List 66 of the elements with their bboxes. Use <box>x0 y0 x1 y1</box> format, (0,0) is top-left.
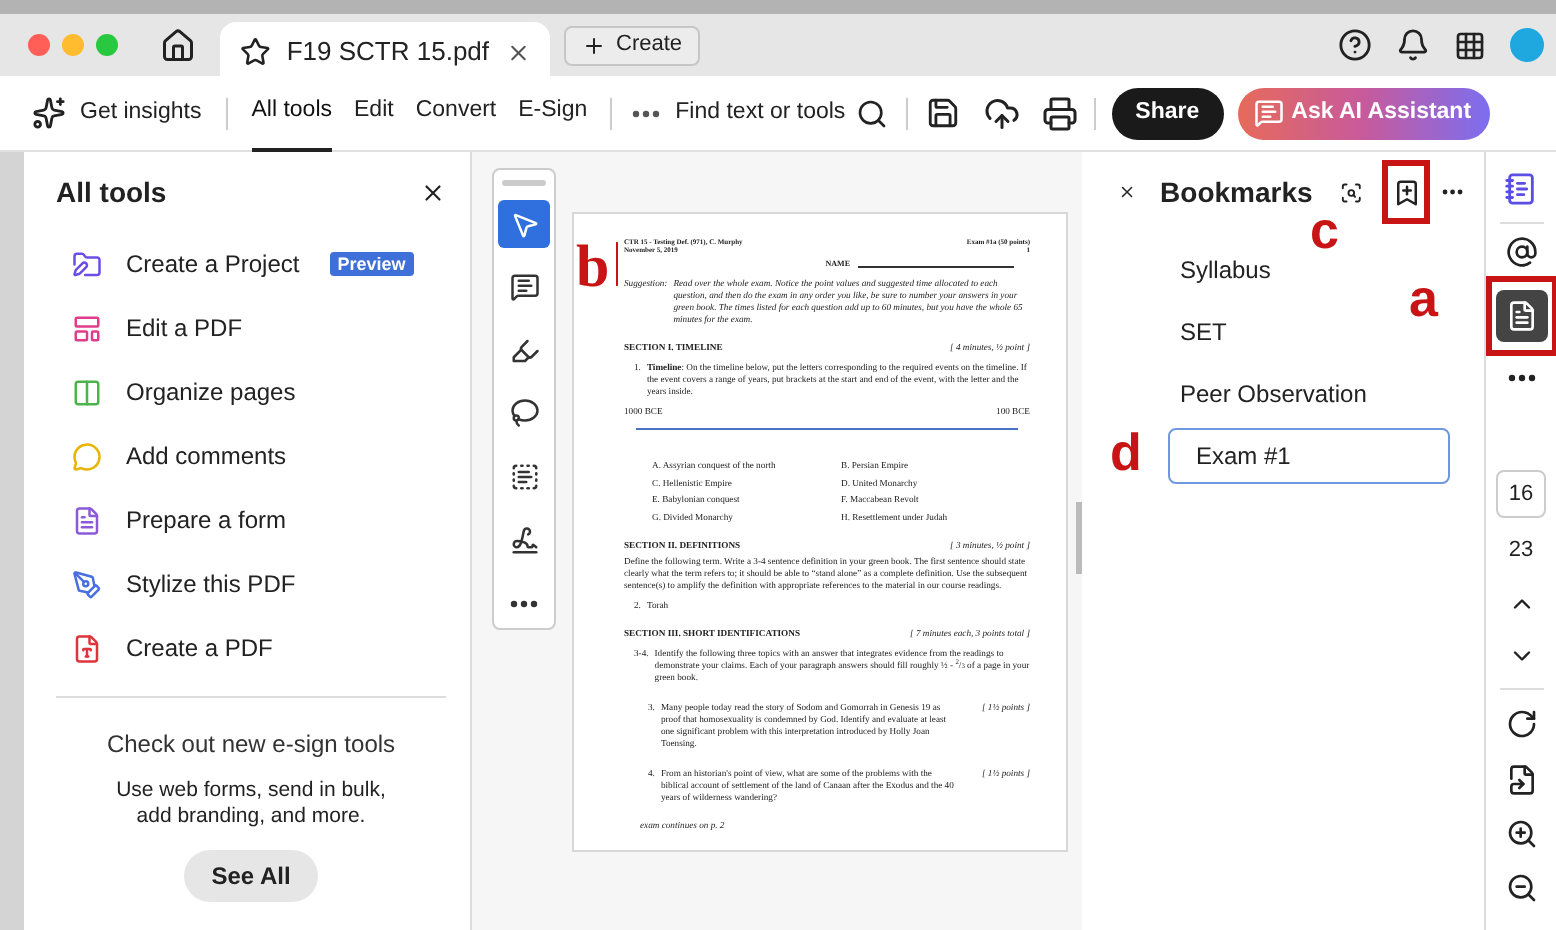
panel-title: All tools <box>56 174 167 212</box>
help-icon[interactable] <box>1338 28 1372 62</box>
find-tools-button[interactable]: Find text or tools <box>675 95 888 131</box>
bookmark-item[interactable]: Syllabus <box>1180 251 1271 287</box>
annotation-letter: c <box>1310 204 1339 256</box>
sparkle-icon <box>32 96 66 130</box>
see-all-button[interactable]: See All <box>183 850 319 902</box>
ai-assistant-button[interactable]: Ask AI Assistant <box>1237 87 1490 139</box>
page-count: 23 <box>1508 536 1534 566</box>
close-icon[interactable] <box>420 180 446 206</box>
tool-item[interactable]: Prepare a form <box>56 488 446 552</box>
tool-item[interactable]: Create a PDF <box>56 616 446 680</box>
tool-item[interactable]: Add comments <box>56 424 446 488</box>
share-button[interactable]: Share <box>1111 87 1224 139</box>
more-icon[interactable] <box>1507 374 1535 382</box>
more-icon[interactable] <box>631 109 660 117</box>
bookmark-item[interactable]: Peer Observation <box>1180 375 1367 411</box>
annotation-letter: d <box>1110 426 1142 478</box>
bookmark-item[interactable]: SET <box>1180 313 1227 349</box>
panel-title: Bookmarks <box>1160 173 1313 211</box>
ai-chat-icon <box>1253 98 1284 128</box>
more-icon[interactable] <box>510 599 538 608</box>
highlight-icon <box>509 335 539 366</box>
save-icon[interactable] <box>925 96 960 130</box>
annotation-letter: b <box>576 238 610 298</box>
tool-icon <box>72 313 102 343</box>
text-icon <box>509 462 539 493</box>
bookmark-plus-icon <box>1391 177 1422 207</box>
promo-title: Check out new e-sign tools <box>106 728 396 762</box>
star-icon[interactable] <box>240 36 271 68</box>
tool-icon <box>72 633 102 663</box>
tool-item[interactable]: Create a Project Preview <box>56 232 446 296</box>
draw-icon <box>509 398 539 429</box>
annotation-line <box>616 242 618 286</box>
annotation-letter: a <box>1409 272 1438 324</box>
search-icon <box>855 97 888 129</box>
create-button[interactable]: Create <box>564 25 701 65</box>
add-bookmark-button[interactable] <box>1381 160 1431 224</box>
tool-icon <box>72 441 102 471</box>
page-number-field[interactable]: 16 <box>1496 470 1546 518</box>
rotate-icon[interactable] <box>1505 707 1537 739</box>
upload-icon[interactable] <box>983 95 1020 131</box>
apps-icon[interactable] <box>1454 29 1486 61</box>
zoom-out-icon[interactable] <box>1505 871 1537 903</box>
toolbar-tab[interactable]: All tools <box>251 75 333 151</box>
tool-item[interactable]: Edit a PDF <box>56 296 446 360</box>
print-icon[interactable] <box>1041 95 1078 131</box>
tool-icon <box>72 505 102 535</box>
bookmark-name-field[interactable]: Exam #1 <box>1168 427 1450 483</box>
home-icon[interactable] <box>160 27 196 63</box>
tool-icon <box>72 569 102 599</box>
more-icon[interactable] <box>1442 188 1464 196</box>
bell-icon[interactable] <box>1396 28 1430 62</box>
get-insights-button[interactable]: Get insights <box>32 95 202 131</box>
sign-icon <box>509 525 539 556</box>
promo-text: Use web forms, send in bulk, add branding, and more. <box>114 778 388 830</box>
preview-badge: Preview <box>329 252 414 276</box>
tool-item[interactable]: Stylize this PDF <box>56 552 446 616</box>
tool-icon <box>72 249 102 279</box>
tool-icon <box>72 377 102 407</box>
scroll-handle[interactable] <box>1076 502 1082 574</box>
zoom-in-icon[interactable] <box>1505 817 1537 849</box>
tool-item[interactable]: Organize pages <box>56 360 446 424</box>
select-icon <box>509 209 539 240</box>
plus-icon <box>582 33 606 57</box>
bookmarks-panel-button[interactable] <box>1495 290 1547 342</box>
